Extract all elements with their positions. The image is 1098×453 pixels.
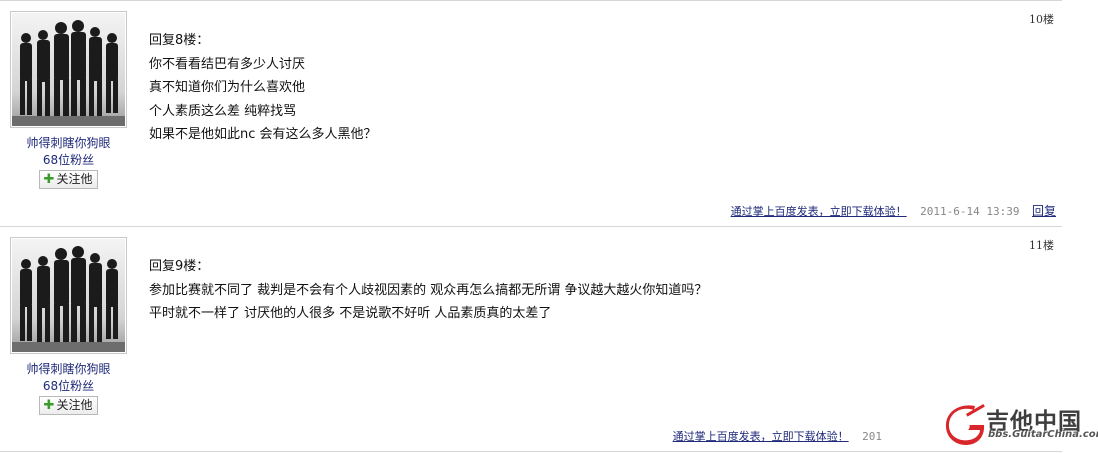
watermark-subtitle: bbs.GuitarChina.com: [988, 429, 1098, 440]
post-floor-10: 帅得刺瞎你狗眼 68位粉丝 ✚ 关注他 10楼 回复8楼： 你不看看结巴有多少人讨…: [0, 0, 1062, 226]
post-content: 回复8楼： 你不看看结巴有多少人讨厌 真不知道你们为什么喜欢他 个人素质这么差 …: [149, 29, 377, 147]
follow-button[interactable]: ✚ 关注他: [38, 170, 99, 189]
author-username[interactable]: 帅得刺瞎你狗眼: [10, 361, 127, 378]
post-line: 平时就不一样了 讨厌他的人很多 不是说歌不好听 人品素质真的太差了: [149, 306, 552, 321]
guitar-logo-icon: [945, 404, 985, 445]
post-timestamp: 201: [862, 430, 882, 443]
post-footer: 通过掌上百度发表，立即下载体验！ 2011-6-14 13:39 回复: [731, 202, 1056, 219]
post-line: 回复9楼：: [149, 259, 210, 274]
post-line: 如果不是他如此nc 会有这么多人黑他？: [149, 127, 377, 142]
floor-number: 10楼: [1029, 13, 1054, 26]
plus-icon: ✚: [43, 172, 55, 187]
post-line: 你不看看结巴有多少人讨厌: [149, 56, 306, 72]
band-photo-avatar-icon: [12, 239, 125, 352]
author-panel: 帅得刺瞎你狗眼 68位粉丝 ✚ 关注他: [10, 11, 127, 189]
post-footer: 通过掌上百度发表，立即下载体验！ 201: [673, 428, 882, 444]
divider: [0, 451, 1062, 452]
avatar[interactable]: [10, 11, 127, 128]
post-line: 回复8楼：: [149, 33, 210, 48]
post-content: 回复9楼： 参加比赛就不同了 裁判是不会有个人歧视因素的 观众再怎么搞都无所谓 …: [149, 255, 707, 326]
author-panel: 帅得刺瞎你狗眼 68位粉丝 ✚ 关注他: [10, 237, 127, 415]
mobile-promo-link[interactable]: 通过掌上百度发表，立即下载体验！: [673, 430, 849, 443]
post-line: 参加比赛就不同了 裁判是不会有个人歧视因素的 观众再怎么搞都无所谓 争议越大越火…: [149, 282, 708, 298]
follow-button-label: 关注他: [56, 398, 93, 412]
guitarchina-watermark: 吉他中国 bbs.GuitarChina.com: [944, 402, 1098, 446]
post-timestamp: 2011-6-14 13:39: [920, 205, 1020, 218]
floor-number: 11楼: [1029, 239, 1054, 252]
post-line: 个人素质这么差 纯粹找骂: [149, 103, 297, 119]
mobile-promo-link[interactable]: 通过掌上百度发表，立即下载体验！: [731, 205, 907, 218]
follow-button-label: 关注他: [56, 172, 93, 186]
author-fans-count[interactable]: 68位粉丝: [10, 378, 127, 395]
post-line: 真不知道你们为什么喜欢他: [149, 80, 306, 95]
band-photo-avatar-icon: [12, 13, 125, 126]
plus-icon: ✚: [43, 398, 55, 413]
thread-page: 帅得刺瞎你狗眼 68位粉丝 ✚ 关注他 10楼 回复8楼： 你不看看结巴有多少人讨…: [0, 0, 1098, 453]
author-username[interactable]: 帅得刺瞎你狗眼: [10, 135, 127, 152]
author-fans-count[interactable]: 68位粉丝: [10, 152, 127, 169]
avatar[interactable]: [10, 237, 127, 354]
follow-button[interactable]: ✚ 关注他: [38, 396, 99, 415]
reply-link[interactable]: 回复: [1032, 204, 1056, 218]
post-floor-11: 帅得刺瞎你狗眼 68位粉丝 ✚ 关注他 11楼 回复9楼： 参加比赛就不同了 裁判…: [0, 226, 1062, 452]
